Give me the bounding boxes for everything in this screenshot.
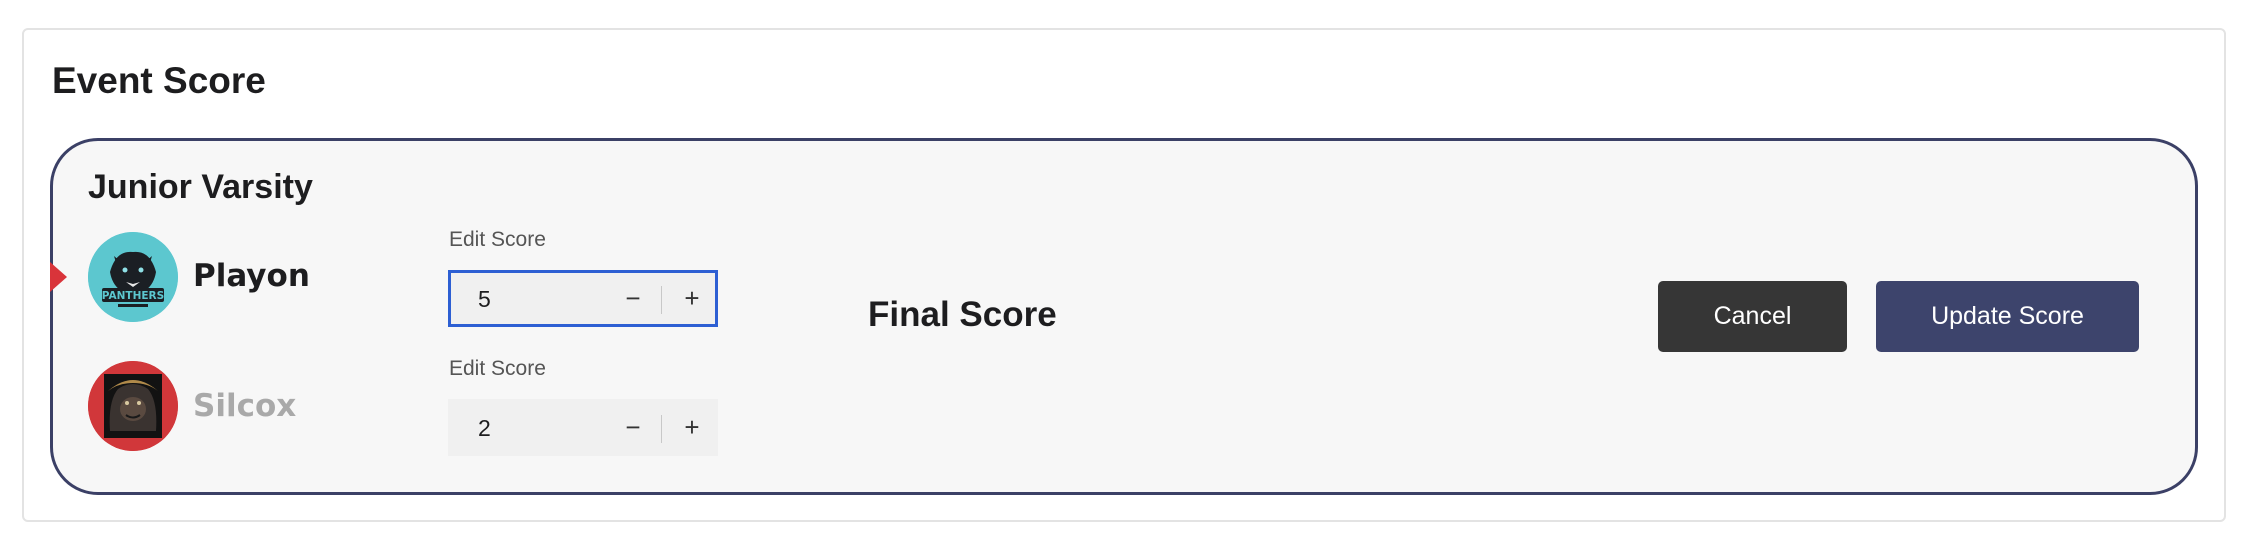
gorilla-logo-icon xyxy=(88,361,178,451)
cancel-button[interactable]: Cancel xyxy=(1658,281,1847,352)
increment-button[interactable]: + xyxy=(667,273,717,324)
svg-text:PANTHERS: PANTHERS xyxy=(102,290,164,302)
final-score-label: Final Score xyxy=(868,295,1057,334)
stepper-divider xyxy=(661,286,662,314)
team-logo-silcox xyxy=(88,361,178,451)
team-name-playon: Playon xyxy=(193,258,310,294)
increment-button[interactable]: + xyxy=(667,402,717,453)
update-score-button[interactable]: Update Score xyxy=(1876,281,2139,352)
score-stepper-playon[interactable]: 5 − + xyxy=(448,270,718,327)
score-input[interactable]: 5 xyxy=(478,286,491,313)
score-input[interactable]: 2 xyxy=(478,415,491,442)
team-logo-playon: PANTHERS xyxy=(88,232,178,322)
decrement-button[interactable]: − xyxy=(608,273,658,324)
edit-score-label: Edit Score xyxy=(449,228,546,251)
stepper-divider xyxy=(661,415,662,443)
decrement-button[interactable]: − xyxy=(608,402,658,453)
division-title: Junior Varsity xyxy=(88,168,313,206)
winner-marker xyxy=(50,262,67,292)
team-name-silcox: Silcox xyxy=(193,388,297,424)
edit-score-label: Edit Score xyxy=(449,357,546,380)
score-stepper-silcox[interactable]: 2 − + xyxy=(448,399,718,456)
panther-logo-icon: PANTHERS xyxy=(88,232,178,322)
page-title: Event Score xyxy=(52,60,266,101)
